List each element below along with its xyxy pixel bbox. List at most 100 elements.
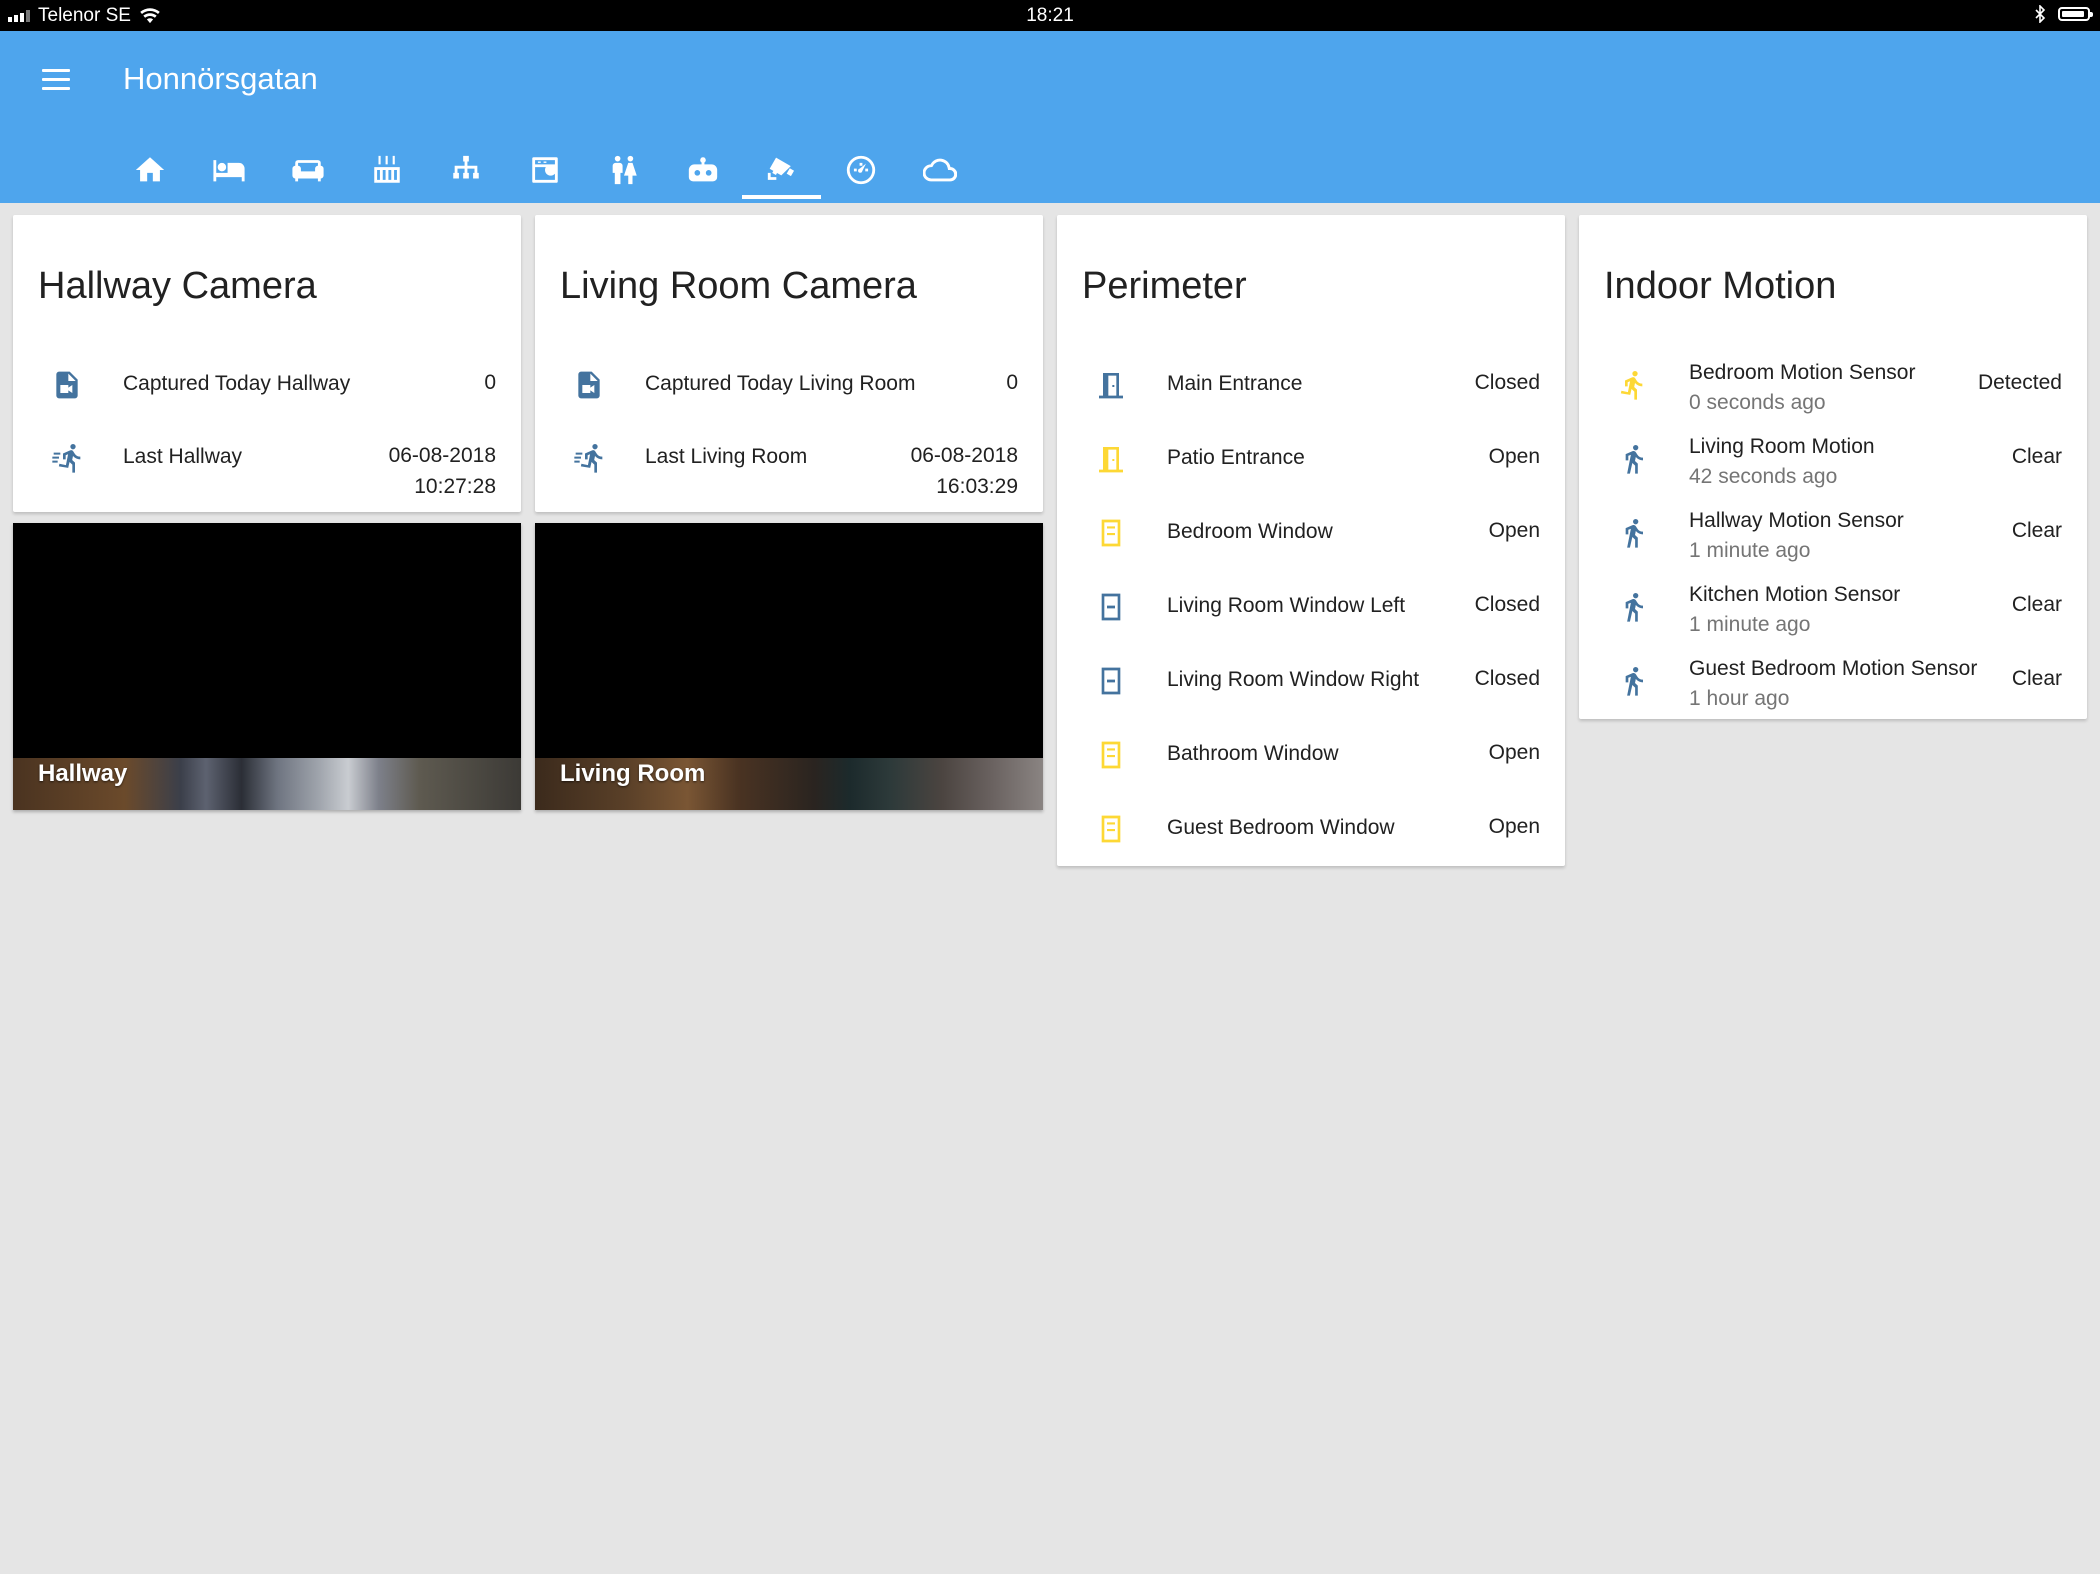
last-changed: 42 seconds ago <box>1689 465 1838 488</box>
window-closed-icon <box>1095 591 1127 623</box>
tab-living-room[interactable] <box>268 141 347 199</box>
status-bar: Telenor SE 18:21 <box>0 0 2100 31</box>
perimeter-row[interactable]: Main Entrance Closed <box>1057 362 1565 412</box>
walk-icon <box>1617 443 1649 475</box>
indoor-motion-card: Indoor Motion Bedroom Motion Sensor 0 sec… <box>1579 215 2087 719</box>
sensor-state: Open <box>1488 815 1540 838</box>
sofa-icon <box>291 160 324 182</box>
door-closed-icon <box>1095 369 1127 401</box>
tab-kitchen[interactable] <box>347 141 426 199</box>
sensor-label: Guest Bedroom Motion Sensor 1 hour ago <box>1689 654 1977 714</box>
sensor-value: 06-08-2018 10:27:28 <box>389 440 496 502</box>
sensor-state: Clear <box>2011 593 2062 616</box>
motion-row[interactable]: Hallway Motion Sensor 1 minute ago Clear <box>1579 509 2087 562</box>
menu-icon[interactable] <box>42 69 70 91</box>
status-right <box>2034 5 2093 23</box>
robot-vacuum-icon <box>688 157 717 182</box>
walk-icon <box>1617 665 1649 697</box>
sensor-label: Main Entrance <box>1167 372 1303 395</box>
perimeter-card: Perimeter Main Entrance Closed Patio Ent… <box>1057 215 1565 866</box>
view-tabs <box>110 141 979 199</box>
battery-icon <box>2058 7 2093 21</box>
sensor-label: Bedroom Window <box>1167 520 1333 543</box>
tab-bedroom[interactable] <box>189 141 268 199</box>
sensor-label: Captured Today Living Room <box>645 372 916 395</box>
page-title: Honnörsgatan <box>123 61 318 96</box>
sensor-state: Clear <box>2011 667 2062 690</box>
sensor-name: Kitchen Motion Sensor <box>1689 583 1901 606</box>
sensor-label: Captured Today Hallway <box>123 372 351 395</box>
hallway-camera-card: Hallway Camera Captured Today Hallway 0 … <box>13 215 521 512</box>
sensor-state: Open <box>1488 445 1540 468</box>
motion-row[interactable]: Kitchen Motion Sensor 1 minute ago Clear <box>1579 583 2087 636</box>
sensor-state: Open <box>1488 519 1540 542</box>
perimeter-row[interactable]: Bedroom Window Open <box>1057 510 1565 560</box>
captured-today-hallway-row[interactable]: Captured Today Hallway 0 <box>13 362 521 412</box>
tab-laundry[interactable] <box>505 141 584 199</box>
window-open-icon <box>1095 813 1127 845</box>
card-title: Perimeter <box>1082 265 1247 307</box>
sensor-label: Living Room Motion 42 seconds ago <box>1689 432 1875 492</box>
hallway-camera-image[interactable]: Hallway <box>13 523 521 810</box>
sensor-state: Closed <box>1474 371 1540 394</box>
sensor-name: Living Room Motion <box>1689 435 1875 458</box>
run-icon <box>1617 369 1649 401</box>
last-living-room-row[interactable]: Last Living Room 06-08-2018 16:03:29 <box>535 435 1043 498</box>
last-changed: 0 seconds ago <box>1689 391 1826 414</box>
sensor-label: Last Hallway <box>123 445 243 468</box>
tab-people[interactable] <box>584 141 663 199</box>
speedometer-icon <box>846 155 875 185</box>
sensor-name: Guest Bedroom Motion Sensor <box>1689 657 1978 680</box>
run-fast-icon <box>51 442 83 474</box>
sensor-label: Living Room Window Left <box>1167 594 1406 617</box>
perimeter-row[interactable]: Patio Entrance Open <box>1057 436 1565 486</box>
sensor-label: Guest Bedroom Window <box>1167 816 1395 839</box>
perimeter-row[interactable]: Living Room Window Left Closed <box>1057 584 1565 634</box>
window-open-icon <box>1095 517 1127 549</box>
captured-today-living-room-row[interactable]: Captured Today Living Room 0 <box>535 362 1043 412</box>
time-value: 16:03:29 <box>936 475 1018 498</box>
perimeter-row[interactable]: Bathroom Window Open <box>1057 732 1565 782</box>
app-header: Honnörsgatan <box>0 31 2100 203</box>
tab-system[interactable] <box>821 141 900 199</box>
sensor-value: 06-08-2018 16:03:29 <box>911 440 1018 502</box>
stove-icon <box>373 155 400 183</box>
tab-weather[interactable] <box>900 141 979 199</box>
file-video-icon <box>51 369 83 401</box>
card-title: Indoor Motion <box>1604 265 1837 307</box>
last-hallway-row[interactable]: Last Hallway 06-08-2018 10:27:28 <box>13 435 521 498</box>
window-closed-icon <box>1095 665 1127 697</box>
sensor-value: 0 <box>484 371 496 394</box>
date-value: 06-08-2018 <box>388 444 496 467</box>
motion-row[interactable]: Bedroom Motion Sensor 0 seconds ago Detec… <box>1579 361 2087 414</box>
sensor-name: Hallway Motion Sensor <box>1689 509 1904 532</box>
sensor-label: Hallway Motion Sensor 1 minute ago <box>1689 506 1904 566</box>
camera-caption: Living Room <box>560 760 706 787</box>
tab-network[interactable] <box>426 141 505 199</box>
perimeter-row[interactable]: Guest Bedroom Window Open <box>1057 806 1565 856</box>
tab-home[interactable] <box>110 141 189 199</box>
door-open-icon <box>1095 443 1127 475</box>
sensor-state: Closed <box>1474 667 1540 690</box>
home-icon <box>135 157 164 182</box>
sensor-label: Kitchen Motion Sensor 1 minute ago <box>1689 580 1900 640</box>
clock: 18:21 <box>1026 5 1074 26</box>
perimeter-row[interactable]: Living Room Window Right Closed <box>1057 658 1565 708</box>
card-title: Living Room Camera <box>560 265 917 307</box>
sensor-label: Bedroom Motion Sensor 0 seconds ago <box>1689 358 1915 418</box>
sensor-state: Clear <box>2011 445 2062 468</box>
human-male-female-icon <box>612 155 637 185</box>
camera-caption: Hallway <box>38 760 128 787</box>
tab-vacuum[interactable] <box>663 141 742 199</box>
bed-icon <box>212 160 245 182</box>
living-room-camera-image[interactable]: Living Room <box>535 523 1043 810</box>
hierarchy-icon <box>452 155 479 179</box>
washing-machine-icon <box>531 157 558 183</box>
tab-security[interactable] <box>742 141 821 199</box>
sensor-name: Bedroom Motion Sensor <box>1689 361 1916 384</box>
walk-icon <box>1617 591 1649 623</box>
bluetooth-icon <box>2035 5 2046 23</box>
sensor-label: Bathroom Window <box>1167 742 1339 765</box>
motion-row[interactable]: Living Room Motion 42 seconds ago Clear <box>1579 435 2087 488</box>
motion-row[interactable]: Guest Bedroom Motion Sensor 1 hour ago Cl… <box>1579 657 2087 710</box>
